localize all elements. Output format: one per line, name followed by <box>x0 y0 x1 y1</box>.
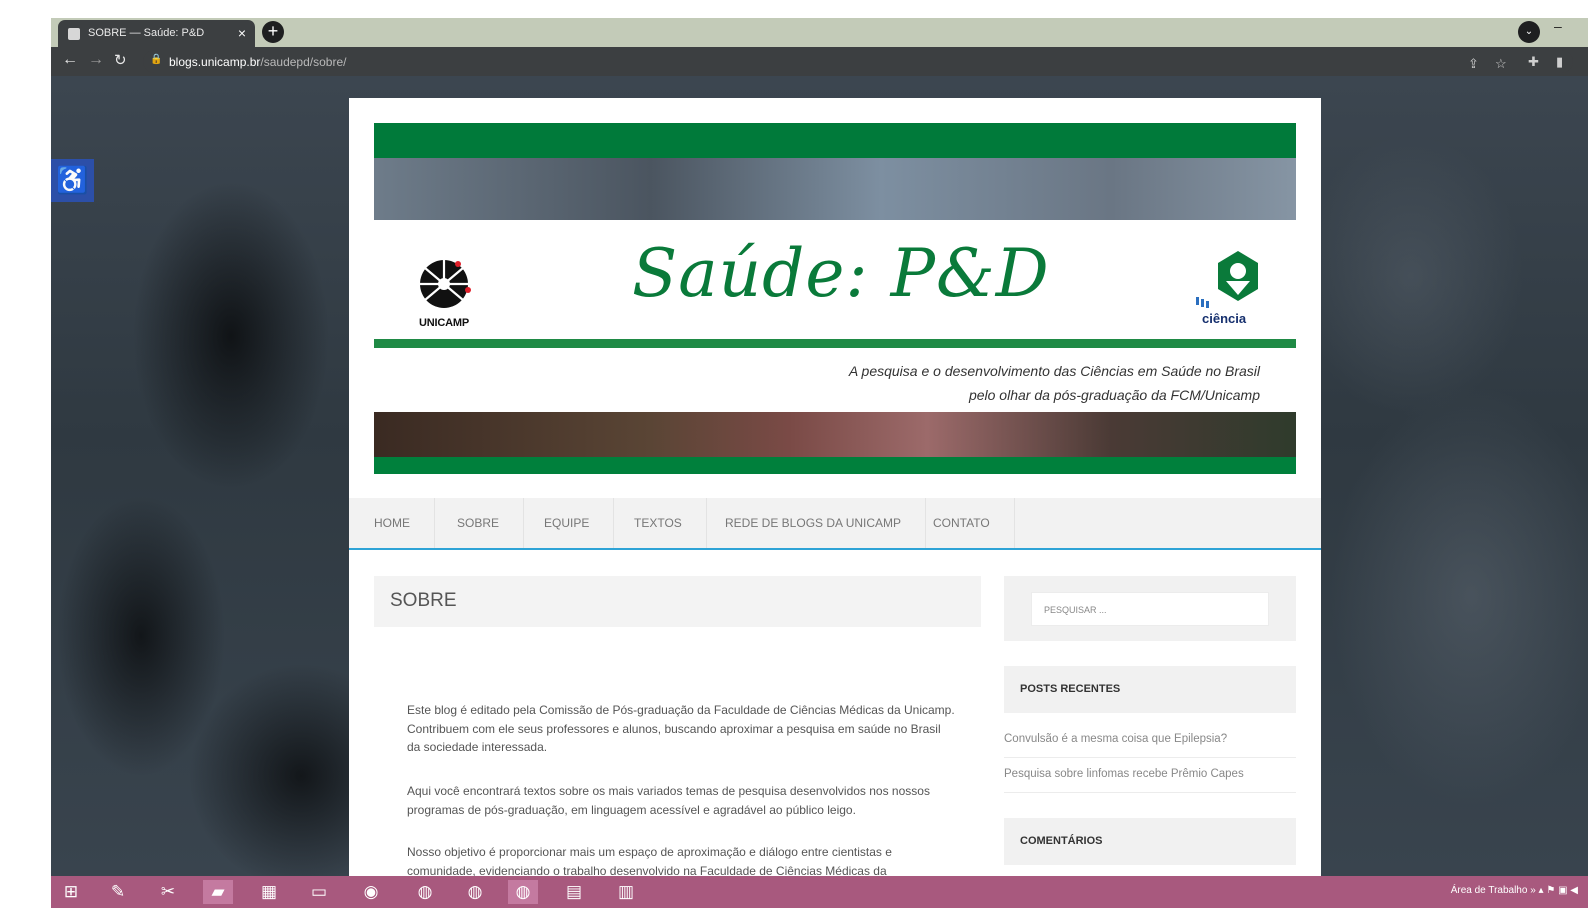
site-subtitle: A pesquisa e o desenvolvimento das Ciênc… <box>848 363 1260 403</box>
recent-post-link[interactable]: Convulsão é a mesma coisa que Epilepsia? <box>1004 722 1296 758</box>
word-icon[interactable]: ▥ <box>611 880 641 904</box>
search-input[interactable]: PESQUISAR ... <box>1031 592 1269 626</box>
menu-item-rede-de-blogs[interactable]: REDE DE BLOGS DA UNICAMP <box>701 498 927 548</box>
minimize-icon[interactable]: – <box>1554 18 1562 34</box>
unicamp-sun-icon <box>420 259 471 308</box>
accessibility-icon[interactable]: ♿ <box>51 159 94 202</box>
menu-item-home[interactable]: HOME <box>349 498 435 548</box>
tab-search-icon[interactable]: ⌄ <box>1518 21 1540 43</box>
seal-icon <box>1196 251 1258 308</box>
tab-title: SOBRE — Saúde: P&D <box>88 27 205 39</box>
menu-item-textos[interactable]: TEXTOS <box>610 498 707 548</box>
site-title: Saúde: P&D <box>632 235 1050 312</box>
favicon-icon <box>68 28 80 40</box>
system-tray[interactable]: Área de Trabalho » ▴ ⚑ ▣ ◀ <box>1451 885 1578 896</box>
folder-icon[interactable]: ▭ <box>304 880 334 904</box>
menu-item-contato[interactable]: CONTATO <box>909 498 1015 548</box>
page-viewport: ♿ UNICAMP Saúde: P&D A pesquisa e o dese… <box>51 76 1588 876</box>
fcm-seal-logo: ciência <box>1192 249 1272 335</box>
browser-tab-bar: SOBRE — Saúde: P&D × + ⌄ – <box>51 18 1588 47</box>
banner-green-line <box>374 339 1296 348</box>
unicamp-logo: UNICAMP <box>407 258 481 329</box>
screen: SOBRE — Saúde: P&D × + ⌄ – ← → ↻ 🔒 blogs… <box>0 0 1588 908</box>
chrome-icon[interactable]: ◍ <box>460 880 490 904</box>
new-tab-button[interactable]: + <box>262 21 284 43</box>
site-container: UNICAMP Saúde: P&D A pesquisa e o desenv… <box>349 98 1321 876</box>
firefox-icon[interactable]: ◉ <box>356 880 386 904</box>
header-banner[interactable]: UNICAMP Saúde: P&D A pesquisa e o desenv… <box>374 123 1296 474</box>
menu-item-sobre[interactable]: SOBRE <box>433 498 525 548</box>
content-paragraph: Este blog é editado pela Comissão de Pós… <box>407 703 955 754</box>
content-paragraph: Aqui você encontrará textos sobre os mai… <box>407 784 930 817</box>
excel-icon[interactable]: ▤ <box>559 880 589 904</box>
menu-item-equipe[interactable]: EQUIPE <box>520 498 615 548</box>
forward-icon[interactable]: → <box>88 51 104 69</box>
files-icon[interactable]: ▰ <box>203 880 233 904</box>
reload-icon[interactable]: ↻ <box>114 51 127 69</box>
banner-green-footer <box>374 457 1296 474</box>
banner-green-stripe <box>374 123 1296 158</box>
banner-photo-bottom <box>374 412 1296 457</box>
lock-icon: 🔒 <box>150 54 163 65</box>
comments-heading: COMENTÁRIOS <box>1004 818 1296 865</box>
extensions-icon[interactable]: ✚ <box>1528 54 1539 70</box>
browser-tab[interactable]: SOBRE — Saúde: P&D × <box>58 20 255 47</box>
banner-photo-top <box>374 158 1296 220</box>
paint-icon[interactable]: ✎ <box>103 880 133 904</box>
back-icon[interactable]: ← <box>62 51 78 69</box>
unicamp-logo-text: UNICAMP <box>419 317 469 329</box>
bookmark-star-icon[interactable]: ☆ <box>1495 56 1507 72</box>
tab-close-icon[interactable]: × <box>238 25 246 41</box>
chrome-icon[interactable]: ◍ <box>508 880 538 904</box>
start-icon[interactable]: ⊞ <box>56 880 86 904</box>
recent-post-link[interactable]: Pesquisa sobre linfomas recebe Prêmio Ca… <box>1004 757 1296 793</box>
share-icon[interactable]: ⇪ <box>1468 56 1479 72</box>
taskbar: ⊞ ✎ ✂ ▰ ▦ ▭ ◉ ◍ ◍ ◍ ▤ ▥ Área de Trabalho… <box>51 876 1588 908</box>
url-text: blogs.unicamp.br/saudepd/sobre/ <box>169 55 347 69</box>
main-menu: HOME SOBRE EQUIPE TEXTOS REDE DE BLOGS D… <box>349 498 1321 550</box>
calculator-icon[interactable]: ▦ <box>254 880 284 904</box>
page-title: SOBRE <box>390 590 457 611</box>
recent-posts-heading: POSTS RECENTES <box>1004 666 1296 713</box>
search-widget: PESQUISAR ... <box>1004 576 1296 641</box>
chrome-icon[interactable]: ◍ <box>410 880 440 904</box>
browser-toolbar: ← → ↻ 🔒 blogs.unicamp.br/saudepd/sobre/ … <box>51 47 1588 76</box>
ciencia-logo-text: ciência <box>1202 311 1247 326</box>
page-title-box: SOBRE <box>374 576 981 627</box>
address-bar[interactable]: 🔒 blogs.unicamp.br/saudepd/sobre/ ⇪ ☆ <box>143 50 1573 73</box>
side-panel-icon[interactable]: ▮ <box>1556 54 1563 70</box>
content-paragraph: Nosso objetivo é proporcionar mais um es… <box>407 845 892 876</box>
tools-icon[interactable]: ✂ <box>153 880 183 904</box>
